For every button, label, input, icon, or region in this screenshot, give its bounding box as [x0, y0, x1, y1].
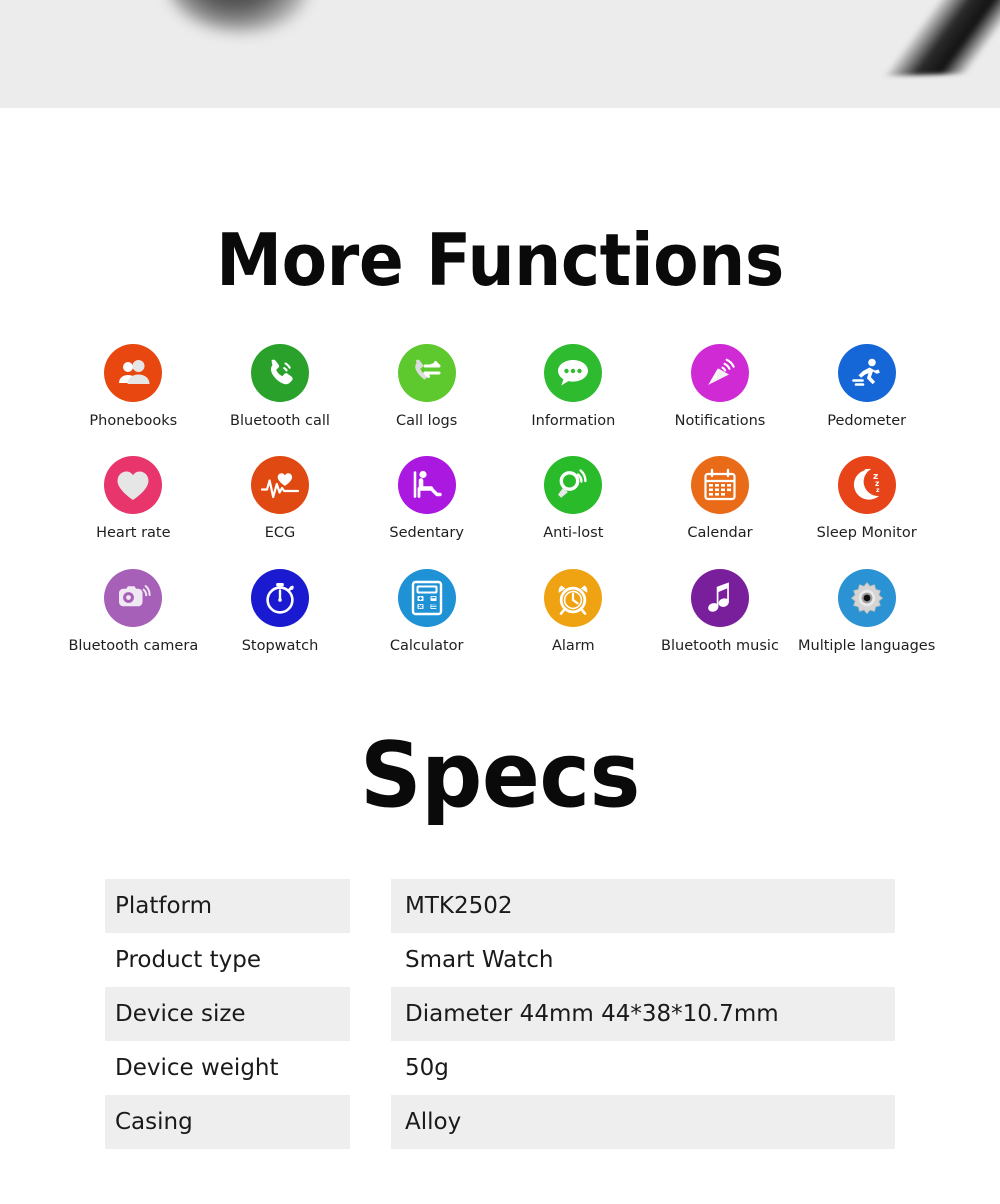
function-item[interactable]: Anti-lost — [500, 456, 647, 542]
function-item[interactable]: Heart rate — [60, 456, 207, 542]
function-label: Stopwatch — [241, 637, 319, 654]
hero-blur-shape-left — [168, 0, 308, 32]
heart-icon — [104, 456, 163, 515]
function-label: Information — [531, 413, 616, 429]
spec-value: Diameter 44mm 44*38*10.7mm — [391, 987, 895, 1042]
music-note-icon — [690, 568, 749, 627]
function-item[interactable]: Multiple languages — [793, 568, 940, 655]
function-item[interactable]: Phonebooks — [60, 344, 207, 430]
chat-bubble-icon — [544, 344, 603, 402]
hero-blur-shape-right — [874, 0, 1000, 77]
spec-key: Product type — [115, 947, 262, 974]
function-label: Calculator — [389, 637, 464, 654]
function-item[interactable]: Alarm — [500, 568, 647, 655]
function-label: Phonebooks — [89, 413, 178, 429]
magnifier-signal-icon — [544, 456, 603, 515]
function-label: Sleep Monitor — [816, 525, 917, 542]
function-label: Notifications — [674, 413, 766, 429]
spec-value: Smart Watch — [405, 947, 554, 974]
function-label: Calendar — [687, 525, 753, 542]
spec-key: Device size — [105, 987, 350, 1042]
specs-table: Platform MTK2502 Product type Smart Watch De… — [105, 879, 895, 1150]
spec-row: Device weight 50g — [105, 1041, 895, 1095]
function-label: Bluetooth call — [230, 413, 330, 429]
function-label: Multiple languages — [798, 637, 936, 654]
function-item[interactable]: Call logs — [353, 344, 500, 430]
function-label: Alarm — [551, 637, 595, 654]
spec-row: Product type Smart Watch — [105, 933, 895, 987]
specs-heading: Specs — [360, 723, 640, 829]
call-transfer-icon — [397, 344, 456, 402]
spec-key: Casing — [105, 1095, 350, 1150]
stopwatch-icon — [250, 568, 309, 627]
spec-value: 50g — [405, 1055, 449, 1082]
spec-row: Platform MTK2502 — [105, 879, 895, 934]
function-item[interactable]: ECG — [207, 456, 354, 542]
spec-value: MTK2502 — [391, 879, 895, 934]
function-label: Sedentary — [389, 525, 464, 542]
phone-call-icon — [250, 344, 309, 402]
more-functions-heading: More Functions — [216, 218, 784, 302]
function-label: Anti-lost — [543, 525, 604, 542]
specs-section: Specs Platform MTK2502 Product type Smart W… — [0, 723, 1000, 1150]
spec-key: Device weight — [115, 1055, 279, 1082]
function-label: Bluetooth camera — [68, 637, 199, 654]
function-item[interactable]: Stopwatch — [207, 568, 354, 655]
function-item[interactable]: Sedentary — [353, 456, 500, 542]
calculator-icon — [397, 568, 456, 627]
function-item[interactable]: z z z Sleep Monitor — [793, 456, 940, 542]
function-label: Pedometer — [827, 413, 907, 429]
contacts-icon — [104, 344, 163, 402]
spec-row: Device size Diameter 44mm 44*38*10.7mm — [105, 987, 895, 1042]
calendar-icon — [690, 456, 749, 515]
running-person-icon — [837, 344, 896, 402]
spec-row: Casing Alloy — [105, 1095, 895, 1150]
satellite-dish-icon — [690, 344, 749, 402]
function-label: Heart rate — [96, 525, 171, 542]
function-item[interactable]: Information — [500, 344, 647, 430]
function-item[interactable]: Bluetooth camera — [60, 568, 207, 655]
function-item[interactable]: Calendar — [647, 456, 794, 542]
function-label: Call logs — [395, 413, 458, 429]
functions-grid: Phonebooks Bluetooth call Call logs Informa… — [60, 296, 940, 655]
moon-zzz-icon: zzz — [837, 456, 896, 515]
function-label: ECG — [264, 525, 296, 542]
function-label: Bluetooth music — [661, 637, 779, 654]
function-item[interactable]: Notifications — [647, 344, 794, 430]
function-item[interactable]: Calculator — [353, 568, 500, 655]
camera-signal-icon — [104, 568, 163, 627]
hero-fade-overlay — [0, 74, 1000, 108]
svg-text:z: z — [876, 487, 880, 494]
function-item[interactable]: Pedometer — [793, 344, 940, 430]
spec-key: Platform — [105, 879, 350, 934]
gear-icon — [837, 568, 896, 627]
function-item[interactable]: Bluetooth music — [647, 568, 794, 655]
function-item[interactable]: Bluetooth call — [207, 344, 354, 430]
seated-person-icon — [397, 456, 456, 515]
alarm-clock-icon — [544, 568, 603, 627]
ecg-waveform-icon — [250, 456, 309, 515]
spec-value: Alloy — [391, 1095, 895, 1150]
hero-photo-strip — [0, 0, 1000, 108]
